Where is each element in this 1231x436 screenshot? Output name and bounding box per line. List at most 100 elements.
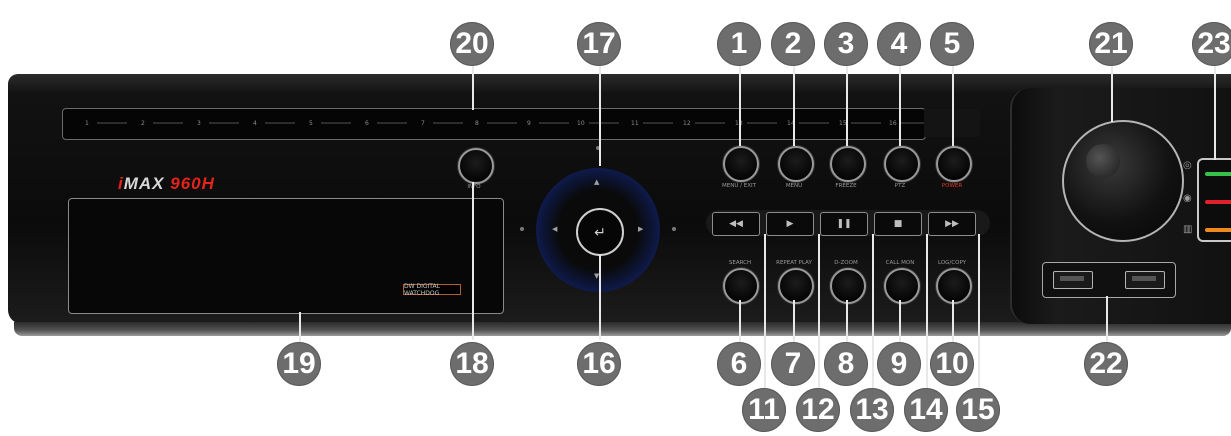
callout-19: 19 <box>277 342 321 386</box>
d-zoom-label: D-ZOOM <box>834 260 858 266</box>
channel-2[interactable]: 2 <box>141 117 185 129</box>
ptz-button[interactable] <box>884 146 920 182</box>
leader-line <box>599 254 601 340</box>
log-copy-button[interactable] <box>936 268 972 304</box>
network-led-icon: ▥ <box>1183 224 1193 235</box>
leader-line <box>739 300 741 344</box>
callout-14: 14 <box>904 388 948 432</box>
brand-badge: DW DIGITAL WATCHDOG <box>403 283 461 297</box>
menu-exit-label: MENU / EXIT <box>722 183 756 189</box>
freeze-button[interactable] <box>830 146 866 182</box>
jog-shuttle-dial[interactable] <box>1062 120 1184 242</box>
info-button[interactable] <box>458 148 494 184</box>
leader-line <box>793 300 795 344</box>
hdd-led-icon: ◎ <box>1183 160 1192 171</box>
callout-12: 12 <box>796 388 840 432</box>
play-icon: ▶ <box>786 219 794 229</box>
fast-forward-icon: ▶▶ <box>945 219 959 229</box>
leader-line <box>978 234 980 394</box>
callout-10: 10 <box>930 342 974 386</box>
menu-label: MENU <box>785 183 803 189</box>
leader-line <box>846 66 848 146</box>
menu-button[interactable] <box>778 146 814 182</box>
channel-1[interactable]: 1 <box>85 117 129 129</box>
leader-line <box>1106 296 1108 342</box>
channel-9[interactable]: 9 <box>527 117 571 129</box>
callout-7: 7 <box>771 342 815 386</box>
usb-port-left[interactable] <box>1053 271 1093 289</box>
callout-18: 18 <box>450 342 494 386</box>
callout-11: 11 <box>742 388 786 432</box>
callout-13: 13 <box>850 388 894 432</box>
search-label: SEARCH <box>728 260 752 266</box>
product-logo: iMAX 960H <box>118 174 215 193</box>
leader-line <box>1111 66 1113 122</box>
repeat-play-label: REPEAT PLAY <box>776 260 812 266</box>
freeze-label: FREEZE <box>835 183 857 189</box>
callout-17: 17 <box>577 22 621 66</box>
usb-port-right[interactable] <box>1125 271 1165 289</box>
leader-line <box>1214 66 1216 160</box>
rewind-icon: ◀◀ <box>729 219 743 229</box>
stop-button[interactable]: ■ <box>874 212 922 236</box>
leader-line <box>299 312 301 342</box>
ptz-label: PTZ <box>894 183 906 189</box>
usb-port-panel <box>1042 262 1176 298</box>
channel-7[interactable]: 7 <box>421 117 465 129</box>
status-led-panel <box>1197 158 1231 242</box>
leader-line <box>739 66 741 146</box>
nav-indicator-dot <box>672 227 676 231</box>
leader-line <box>793 66 795 146</box>
red-status-led <box>1205 200 1231 204</box>
play-button[interactable]: ▶ <box>766 212 814 236</box>
d-zoom-button[interactable] <box>830 268 866 304</box>
callout-22: 22 <box>1084 342 1128 386</box>
callout-4: 4 <box>877 22 921 66</box>
enter-button[interactable]: ↵ <box>576 208 624 256</box>
leader-line <box>846 300 848 344</box>
chassis-base <box>14 322 1231 336</box>
left-arrow-icon[interactable]: ◀ <box>552 225 557 233</box>
dvd-drive-bay[interactable] <box>68 198 504 314</box>
rec-led-icon: ◉ <box>1183 193 1192 204</box>
log-copy-label: LOG/COPY <box>937 260 967 266</box>
callout-8: 8 <box>824 342 868 386</box>
channel-13[interactable]: 13 <box>735 117 779 129</box>
leader-line <box>599 66 601 166</box>
call-mon-button[interactable] <box>884 268 920 304</box>
orange-status-led <box>1205 228 1231 232</box>
call-mon-label: CALL MON <box>885 260 915 266</box>
channel-6[interactable]: 6 <box>365 117 409 129</box>
up-arrow-icon[interactable]: ▲ <box>594 178 599 186</box>
channel-5[interactable]: 5 <box>309 117 353 129</box>
info-button-label: INFO <box>444 184 504 190</box>
leader-line <box>899 300 901 344</box>
pause-button[interactable]: ❚❚ <box>820 212 868 236</box>
pause-icon: ❚❚ <box>836 219 852 229</box>
rewind-button[interactable]: ◀◀ <box>712 212 760 236</box>
fast-forward-button[interactable]: ▶▶ <box>928 212 976 236</box>
jog-dimple <box>1086 144 1120 178</box>
leader-line <box>926 234 928 394</box>
callout-2: 2 <box>771 22 815 66</box>
channel-11[interactable]: 11 <box>631 117 675 129</box>
channel-indicator-strip: 1 2 3 4 5 6 7 8 9 10 11 12 13 14 15 16 <box>62 108 931 140</box>
callout-20: 20 <box>450 22 494 66</box>
leader-line <box>472 182 474 340</box>
right-arrow-icon[interactable]: ▶ <box>638 225 643 233</box>
leader-line <box>472 66 474 110</box>
green-status-led <box>1205 172 1231 176</box>
leader-line <box>764 234 766 394</box>
leader-line <box>872 234 874 394</box>
enter-icon: ↵ <box>594 223 606 240</box>
search-button[interactable] <box>723 268 759 304</box>
channel-3[interactable]: 3 <box>197 117 241 129</box>
channel-12[interactable]: 12 <box>683 117 727 129</box>
power-button[interactable] <box>936 146 972 182</box>
menu-exit-button[interactable] <box>723 146 759 182</box>
repeat-play-button[interactable] <box>778 268 814 304</box>
channel-8[interactable]: 8 <box>475 117 519 129</box>
callout-21: 21 <box>1089 22 1133 66</box>
callout-23: 23 <box>1192 22 1231 66</box>
channel-4[interactable]: 4 <box>253 117 297 129</box>
